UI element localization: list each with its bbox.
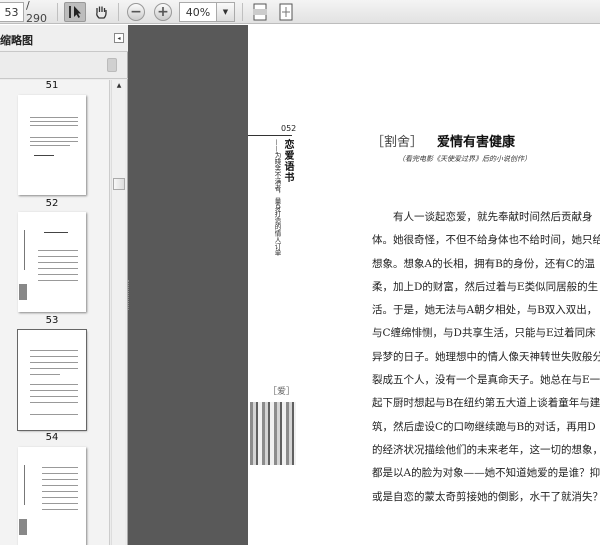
plus-icon: +	[154, 3, 172, 21]
thumbnail-page[interactable]	[18, 212, 86, 312]
text-line: 起下厨时想起与B在纽约第五大道上谈着童年与建	[372, 397, 600, 410]
text-line: 与C缠绵悱恻，与D共享生活，只能与E过着同床	[372, 327, 596, 340]
separator	[242, 3, 243, 21]
thumbnail-page[interactable]	[18, 95, 86, 195]
zoom-in-button[interactable]: +	[153, 2, 173, 22]
zoom-dropdown-button[interactable]: ▼	[217, 2, 235, 22]
thumbnail-list: 51 52 53 54	[0, 80, 110, 545]
text-line: 体。她很奇怪，不但不给身体也不给时间，她只给	[372, 234, 600, 247]
heading-title: 爱情有害健康	[437, 135, 516, 150]
thumbnail-label: 53	[45, 315, 59, 326]
select-tool-button[interactable]	[64, 2, 86, 22]
document-background	[128, 25, 248, 545]
text-line: 的经济状况描绘他们的未来老年，这一切的想象，	[372, 443, 600, 456]
separator	[57, 3, 58, 21]
thumbnail-page-current[interactable]	[17, 329, 87, 431]
hand-icon	[96, 6, 107, 19]
chapter-subheading: （看完电影《天使爱过界》后的小说创作）	[398, 155, 531, 163]
chapter-heading: ［割舍］ 爱情有害健康	[371, 131, 515, 150]
zoom-level-input[interactable]: 40%	[179, 2, 217, 22]
panel-splitter[interactable]	[128, 280, 131, 310]
book-subtitle: ——为晓笑不满者，量身打造的情人订单	[273, 139, 281, 256]
page-total: / 290	[26, 0, 47, 25]
text-line: 裂成五个人，没有一个是真命天子。她总在与E一	[372, 374, 600, 387]
cursor-icon	[69, 6, 81, 18]
scroll-up-arrow[interactable]: ▲	[112, 82, 126, 92]
illustration-image	[250, 402, 296, 465]
page-number: 052	[281, 124, 297, 133]
toolbar: 53 / 290 − + 40% ▼	[0, 0, 600, 25]
thumbnail-label: 51	[45, 80, 59, 91]
panel-title: 缩略图	[0, 34, 33, 47]
panel-toolbar	[0, 53, 128, 79]
heading-category: ［割舍］	[371, 135, 424, 150]
text-line: 活。于是，她无法与A朝夕相处，与B双入双出，	[372, 304, 598, 317]
text-line: 筑，然后虚设C的口吻继续跪与B的对话，再用D	[372, 420, 596, 433]
fit-page-button[interactable]	[250, 2, 270, 22]
fit-width-icon	[279, 3, 293, 21]
text-line: 都是以A的脸为对象——她不知道她爱的是谁？抑	[372, 467, 600, 480]
zoom-out-button[interactable]: −	[126, 2, 146, 22]
section-tag: ［爱］	[268, 387, 296, 397]
trash-icon[interactable]	[107, 58, 117, 72]
thumbnail-page[interactable]	[18, 447, 86, 545]
page-number-input[interactable]: 53	[0, 2, 24, 22]
text-line: 有人一谈起恋爱，就先奉献时间然后贡献身	[372, 211, 593, 223]
fit-width-button[interactable]	[276, 2, 296, 22]
panel-header: 缩略图 ◂	[0, 25, 128, 52]
fit-page-icon	[253, 3, 267, 21]
thumbnail-label: 54	[45, 432, 59, 443]
text-line: 异梦的日子。她理想中的情人像天神转世失败般分	[372, 350, 600, 363]
scrollbar-thumb[interactable]	[113, 178, 125, 190]
header-rule	[248, 135, 292, 136]
book-title: 恋爱语书	[282, 139, 293, 183]
collapse-panel-button[interactable]: ◂	[114, 33, 124, 43]
body-text: 有人一谈起恋爱，就先奉献时间然后贡献身 体。她很奇怪，不但不给身体也不给时间，她…	[372, 209, 600, 512]
text-line: 想象。想象A的长相，拥有B的身份，还有C的温	[372, 257, 595, 270]
hand-tool-button[interactable]	[90, 2, 112, 22]
thumbnail-scrollbar[interactable]: ▲	[111, 80, 125, 545]
minus-icon: −	[127, 3, 145, 21]
thumbnails-panel: 缩略图 ◂ 51 52 53 54 ▲	[0, 25, 128, 545]
document-page: 052 恋爱语书 ——为晓笑不满者，量身打造的情人订单 ［爱］ ［割舍］ 爱情有害…	[248, 25, 600, 545]
thumbnail-label: 52	[45, 198, 59, 209]
separator	[118, 3, 119, 21]
text-line: 柔，加上D的财富，然后过着与E类似同居般的生	[372, 280, 599, 293]
text-line: 或是自恋的蒙太奇剪接她的倒影，水干了就消失？	[372, 490, 600, 503]
